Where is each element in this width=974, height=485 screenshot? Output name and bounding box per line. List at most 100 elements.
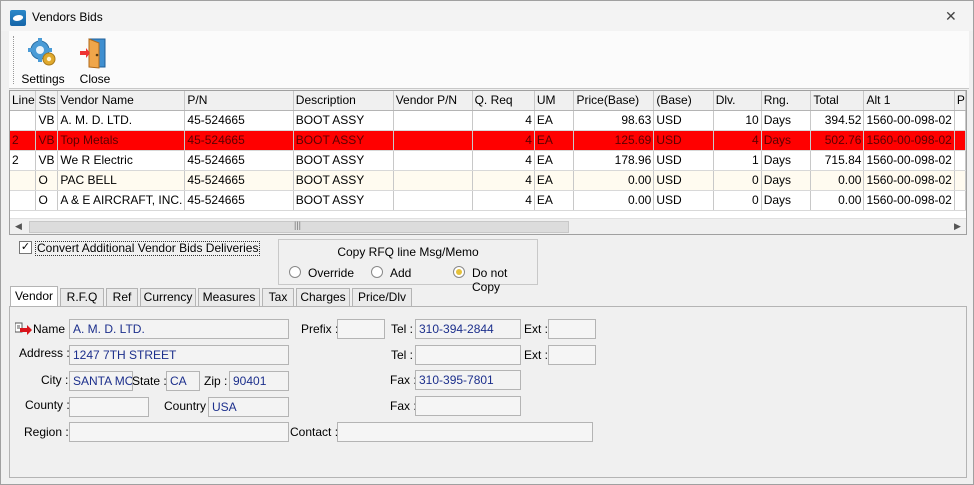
scroll-left-icon[interactable]: ◀ <box>15 221 22 232</box>
toolbar-grip[interactable] <box>13 36 15 84</box>
cell-price: 125.69 <box>573 130 655 151</box>
address-field[interactable]: 1247 7TH STREET <box>69 345 289 365</box>
ext2-field[interactable] <box>548 345 596 365</box>
cell-um: EA <box>534 150 575 171</box>
column-header-12[interactable]: Total <box>810 91 865 111</box>
column-header-8[interactable]: Price(Base) <box>573 91 655 111</box>
table-row[interactable]: O PAC BELL 45-524665 BOOT ASSY 4 EA 0.00 USD 0 Da… <box>10 170 966 191</box>
column-header-5[interactable]: Vendor P/N <box>393 91 473 111</box>
tab-vendor[interactable]: Vendor <box>10 286 58 307</box>
column-header-11[interactable]: Rng. <box>761 91 812 111</box>
convert-deliveries-checkbox[interactable]: ✓ <box>19 241 32 254</box>
add-label[interactable]: Add <box>390 266 411 280</box>
column-header-3[interactable]: P/N <box>184 91 294 111</box>
scroll-thumb-grip: ||| <box>294 220 302 230</box>
cell-alt1: 1560-00-098-02 <box>863 130 955 151</box>
override-radio[interactable] <box>289 266 301 278</box>
ext1-label: Ext : <box>524 322 549 336</box>
cell-line <box>10 110 37 131</box>
tab-price-dlv[interactable]: Price/Dlv <box>352 288 412 307</box>
cell-desc: BOOT ASSY <box>293 190 394 211</box>
convert-deliveries-label[interactable]: Convert Additional Vendor Bids Deliverie… <box>35 241 261 256</box>
cell-base: USD <box>653 150 714 171</box>
cell-line <box>10 170 37 191</box>
column-header-14[interactable]: P <box>954 91 966 111</box>
cell-alt1: 1560-00-098-02 <box>863 190 955 211</box>
cell-total: 502.76 <box>810 130 865 151</box>
address-label: Address : <box>19 346 70 360</box>
cell-dlv: 0 <box>713 170 762 191</box>
cell-pn: 45-524665 <box>184 130 294 151</box>
vendor-panel: Name A. M. D. LTD. Address : 1247 7TH ST… <box>9 306 967 478</box>
cell-vendor: Top Metals <box>57 130 186 151</box>
column-header-9[interactable]: (Base) <box>653 91 714 111</box>
fax1-field[interactable]: 310-395-7801 <box>415 370 521 390</box>
close-button[interactable]: Close <box>73 35 117 89</box>
cell-pn: 45-524665 <box>184 110 294 131</box>
tab-ref[interactable]: Ref <box>106 288 138 307</box>
column-header-7[interactable]: UM <box>534 91 575 111</box>
cell-price: 98.63 <box>573 110 655 131</box>
cell-rng: Days <box>761 110 812 131</box>
region-label: Region : <box>24 425 69 439</box>
column-header-13[interactable]: Alt 1 <box>863 91 955 111</box>
tel2-field[interactable] <box>415 345 521 365</box>
horizontal-scrollbar[interactable]: ◀ ||| ▶ <box>10 218 966 234</box>
contact-field[interactable] <box>337 422 593 442</box>
table-row[interactable]: 2 VB We R Electric 45-524665 BOOT ASSY 4 EA 178… <box>10 150 966 171</box>
column-header-4[interactable]: Description <box>293 91 394 111</box>
city-field[interactable]: SANTA MONICA <box>69 371 133 391</box>
do-not-copy-label[interactable]: Do not Copy <box>472 266 537 294</box>
column-header-6[interactable]: Q. Req <box>472 91 535 111</box>
cell-rng: Days <box>761 190 812 211</box>
fax2-field[interactable] <box>415 396 521 416</box>
state-label: State : <box>132 374 167 388</box>
cell-vendor: We R Electric <box>57 150 186 171</box>
tab-rfq[interactable]: R.F.Q <box>60 288 104 307</box>
column-header-0[interactable]: Line <box>10 91 37 111</box>
do-not-copy-radio[interactable] <box>453 266 465 278</box>
table-row[interactable]: OA & E AIRCRAFT, INC. 45-524665 BOOT ASSY 4… <box>10 190 966 211</box>
cell-overflow <box>954 150 966 171</box>
region-field[interactable] <box>69 422 289 442</box>
cell-sts: VB <box>35 130 59 151</box>
country-field[interactable]: USA <box>208 397 289 417</box>
bids-grid[interactable]: Line Sts Vendor Name P/N Description Vendor P… <box>9 90 967 235</box>
cell-price: 0.00 <box>573 190 655 211</box>
scroll-right-icon[interactable]: ▶ <box>954 221 961 232</box>
tab-currency[interactable]: Currency <box>140 288 196 307</box>
table-row[interactable]: 2 VB Top Metals 45-524665 BOOT ASSY 4 EA 125.69… <box>10 130 966 151</box>
country-label: Country : <box>164 399 213 413</box>
cell-dlv: 1 <box>713 150 762 171</box>
name-field[interactable]: A. M. D. LTD. <box>69 319 289 339</box>
vendor-link-icon[interactable] <box>15 322 33 336</box>
settings-button[interactable]: Settings <box>19 35 67 89</box>
fax1-label: Fax : <box>390 373 417 387</box>
copy-rfq-memo-group: Copy RFQ line Msg/Memo Override Add Do n… <box>278 239 538 294</box>
column-header-2[interactable]: Vendor Name <box>57 91 186 111</box>
tab-charges[interactable]: Charges <box>296 288 350 307</box>
tab-tax[interactable]: Tax <box>262 288 294 307</box>
state-field[interactable]: CA <box>166 371 200 391</box>
zip-field[interactable]: 90401 <box>229 371 289 391</box>
county-field[interactable] <box>69 397 149 417</box>
column-header-1[interactable]: Sts <box>35 91 59 111</box>
cell-pn: 45-524665 <box>184 190 294 211</box>
cell-pn: 45-524665 <box>184 170 294 191</box>
add-radio[interactable] <box>371 266 383 278</box>
toolbar: Settings Close <box>9 31 969 89</box>
scroll-thumb[interactable]: ||| <box>29 220 569 233</box>
close-window-icon[interactable]: ✕ <box>945 8 957 25</box>
cell-total: 0.00 <box>810 170 865 191</box>
city-label: City : <box>41 373 69 387</box>
table-row[interactable]: VB A. M. D. LTD. 45-524665 BOOT ASSY 4 EA 98.6… <box>10 110 966 131</box>
ext1-field[interactable] <box>548 319 596 339</box>
override-label[interactable]: Override <box>308 266 354 280</box>
fax2-label: Fax : <box>390 399 417 413</box>
cell-overflow <box>954 110 966 131</box>
prefix-field[interactable] <box>337 319 385 339</box>
zip-label: Zip : <box>204 374 228 388</box>
tab-measures[interactable]: Measures <box>198 288 260 307</box>
column-header-10[interactable]: Dlv. <box>713 91 762 111</box>
tel1-field[interactable]: 310-394-2844 <box>415 319 521 339</box>
